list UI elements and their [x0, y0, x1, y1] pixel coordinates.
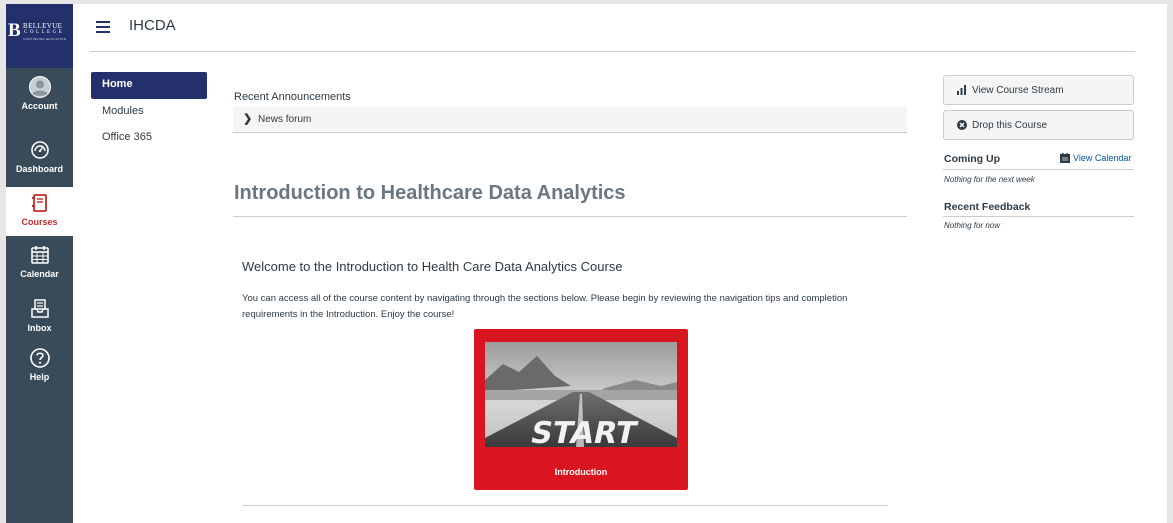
course-navigation: Home Modules Office 365 [91, 72, 207, 151]
dashboard-icon [30, 141, 49, 159]
start-road-image: START [485, 342, 677, 447]
help-icon [29, 348, 50, 368]
hamburger-menu-icon[interactable] [96, 21, 110, 33]
window-frame-right [1167, 0, 1173, 523]
course-title[interactable]: IHCDA [129, 17, 176, 34]
calendar-icon [30, 246, 49, 264]
global-nav-dashboard[interactable]: Dashboard [6, 139, 73, 174]
view-course-stream-button[interactable]: View Course Stream [943, 75, 1134, 105]
drop-course-button[interactable]: Drop this Course [943, 110, 1134, 140]
news-forum-link[interactable]: News forum [258, 114, 311, 125]
course-nav-modules[interactable]: Modules [91, 99, 207, 125]
introduction-module-tile[interactable]: START Introduction [474, 329, 688, 490]
introduction-tile-label: Introduction [554, 467, 608, 477]
global-nav-help[interactable]: Help [6, 347, 73, 382]
header-divider [90, 51, 1135, 52]
welcome-body-text: You can access all of the course content… [242, 293, 848, 320]
global-nav-inbox[interactable]: Inbox [6, 298, 73, 333]
content-divider [243, 505, 888, 506]
heading-divider [233, 216, 907, 217]
remove-circle-icon [957, 120, 967, 130]
course-nav-home[interactable]: Home [91, 72, 207, 99]
recent-feedback-empty-text: Nothing for now [944, 221, 1001, 230]
coming-up-heading: Coming Up [944, 153, 1000, 165]
recent-feedback-heading: Recent Feedback [944, 201, 1031, 213]
global-nav-account[interactable]: Account [6, 76, 73, 111]
window-frame-top [0, 0, 1173, 4]
recent-announcements-label: Recent Announcements [234, 91, 351, 103]
news-forum-row[interactable]: ❯ News forum [233, 107, 907, 133]
global-nav-calendar[interactable]: Calendar [6, 244, 73, 279]
bar-chart-icon [957, 85, 966, 95]
coming-up-divider [943, 169, 1134, 170]
global-nav-courses[interactable]: Courses [6, 187, 73, 236]
recent-feedback-divider [943, 216, 1134, 217]
page-title: Introduction to Healthcare Data Analytic… [234, 182, 626, 204]
courses-icon [31, 194, 47, 212]
calendar-small-icon [1060, 153, 1070, 163]
coming-up-empty-text: Nothing for the next week [944, 175, 1035, 184]
inbox-icon [30, 299, 49, 318]
start-road-text: START [527, 416, 640, 447]
course-nav-office-365[interactable]: Office 365 [91, 125, 207, 151]
chevron-right-icon: ❯ [243, 113, 253, 125]
account-icon [28, 76, 51, 98]
welcome-heading: Welcome to the Introduction to Health Ca… [242, 259, 623, 274]
college-logo[interactable]: B BELLEVUE COLLEGE CONTINUING EDUCATION [6, 4, 73, 68]
global-navigation: B BELLEVUE COLLEGE CONTINUING EDUCATION … [6, 4, 73, 523]
